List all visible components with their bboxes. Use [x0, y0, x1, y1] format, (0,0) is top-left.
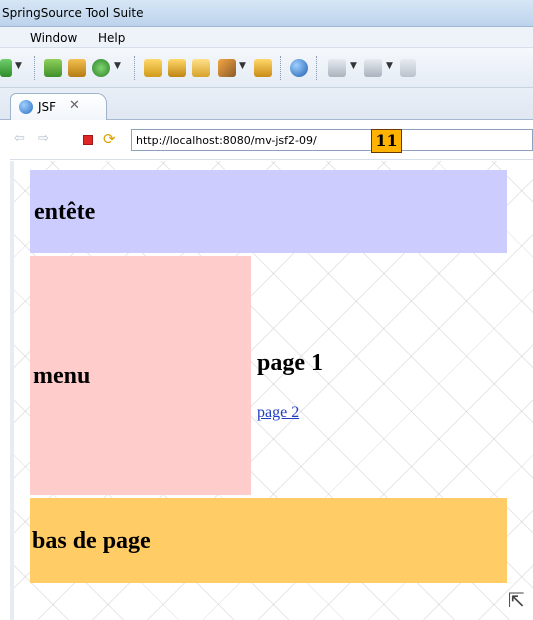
page-2-link[interactable]: page 2 — [257, 404, 299, 422]
page-menu: menu — [30, 256, 251, 495]
back-arrow-icon[interactable]: ⇦ — [14, 131, 25, 146]
title-bar: SpringSource Tool Suite — [0, 0, 533, 27]
wand-dropdown-icon[interactable]: ▼ — [239, 61, 246, 71]
toolbar-separator — [134, 56, 135, 80]
editor-tab-row: JSF ✕ — [0, 88, 533, 120]
browser-icon[interactable] — [290, 59, 308, 77]
toolbar-separator — [280, 56, 281, 80]
new-package-icon[interactable] — [68, 59, 86, 77]
globe-icon — [19, 100, 33, 114]
header-text: entête — [34, 199, 96, 225]
browser-toolbar: ⇦ ⇨ ⟳ 11 — [10, 120, 533, 160]
refresh-icon[interactable]: ⟳ — [103, 130, 116, 148]
url-input[interactable] — [136, 132, 356, 148]
open-file-icon[interactable] — [192, 59, 210, 77]
main-toolbar: ▼ ▼ ▼ ▼ ▼ — [0, 48, 533, 88]
step-badge: 11 — [371, 129, 402, 153]
window-title: SpringSource Tool Suite — [2, 6, 144, 20]
menu-bar: Window Help — [0, 27, 533, 48]
toolbar-separator — [316, 56, 317, 80]
back-icon[interactable] — [400, 59, 416, 77]
stop-icon[interactable] — [83, 135, 93, 145]
open-project-icon[interactable] — [168, 59, 186, 77]
address-bar[interactable]: 11 — [131, 129, 533, 153]
menu-window[interactable]: Window — [30, 31, 77, 45]
folder-icon[interactable] — [254, 59, 272, 77]
page-footer: bas de page — [30, 498, 507, 583]
toolbar-separator — [34, 56, 35, 80]
page-header: entête — [30, 170, 507, 253]
open-folder-icon[interactable] — [144, 59, 162, 77]
close-icon[interactable]: ✕ — [69, 98, 80, 113]
prev-annotation-icon[interactable] — [364, 59, 382, 77]
content-title: page 1 — [257, 350, 323, 376]
menu-text: menu — [33, 363, 91, 389]
new-dropdown-icon[interactable]: ▼ — [114, 61, 121, 71]
wand-icon[interactable] — [218, 59, 236, 77]
tab-jsf[interactable]: JSF ✕ — [10, 93, 107, 120]
run-dropdown-icon[interactable]: ▼ — [15, 61, 22, 71]
forward-arrow-icon[interactable]: ⇨ — [38, 131, 49, 146]
mouse-cursor-icon: ⇱ — [508, 588, 525, 612]
run-icon[interactable] — [0, 59, 12, 77]
new-class-icon[interactable] — [44, 59, 62, 77]
new-server-icon[interactable] — [92, 59, 110, 77]
next-annotation-icon[interactable] — [328, 59, 346, 77]
prev-dropdown-icon[interactable]: ▼ — [386, 61, 393, 71]
menu-help[interactable]: Help — [98, 31, 125, 45]
footer-text: bas de page — [32, 528, 151, 554]
tab-label: JSF — [38, 100, 57, 114]
page-view: entête menu page 1 page 2 bas de page — [10, 161, 533, 620]
page-content: page 1 page 2 — [257, 256, 507, 495]
next-dropdown-icon[interactable]: ▼ — [350, 61, 357, 71]
